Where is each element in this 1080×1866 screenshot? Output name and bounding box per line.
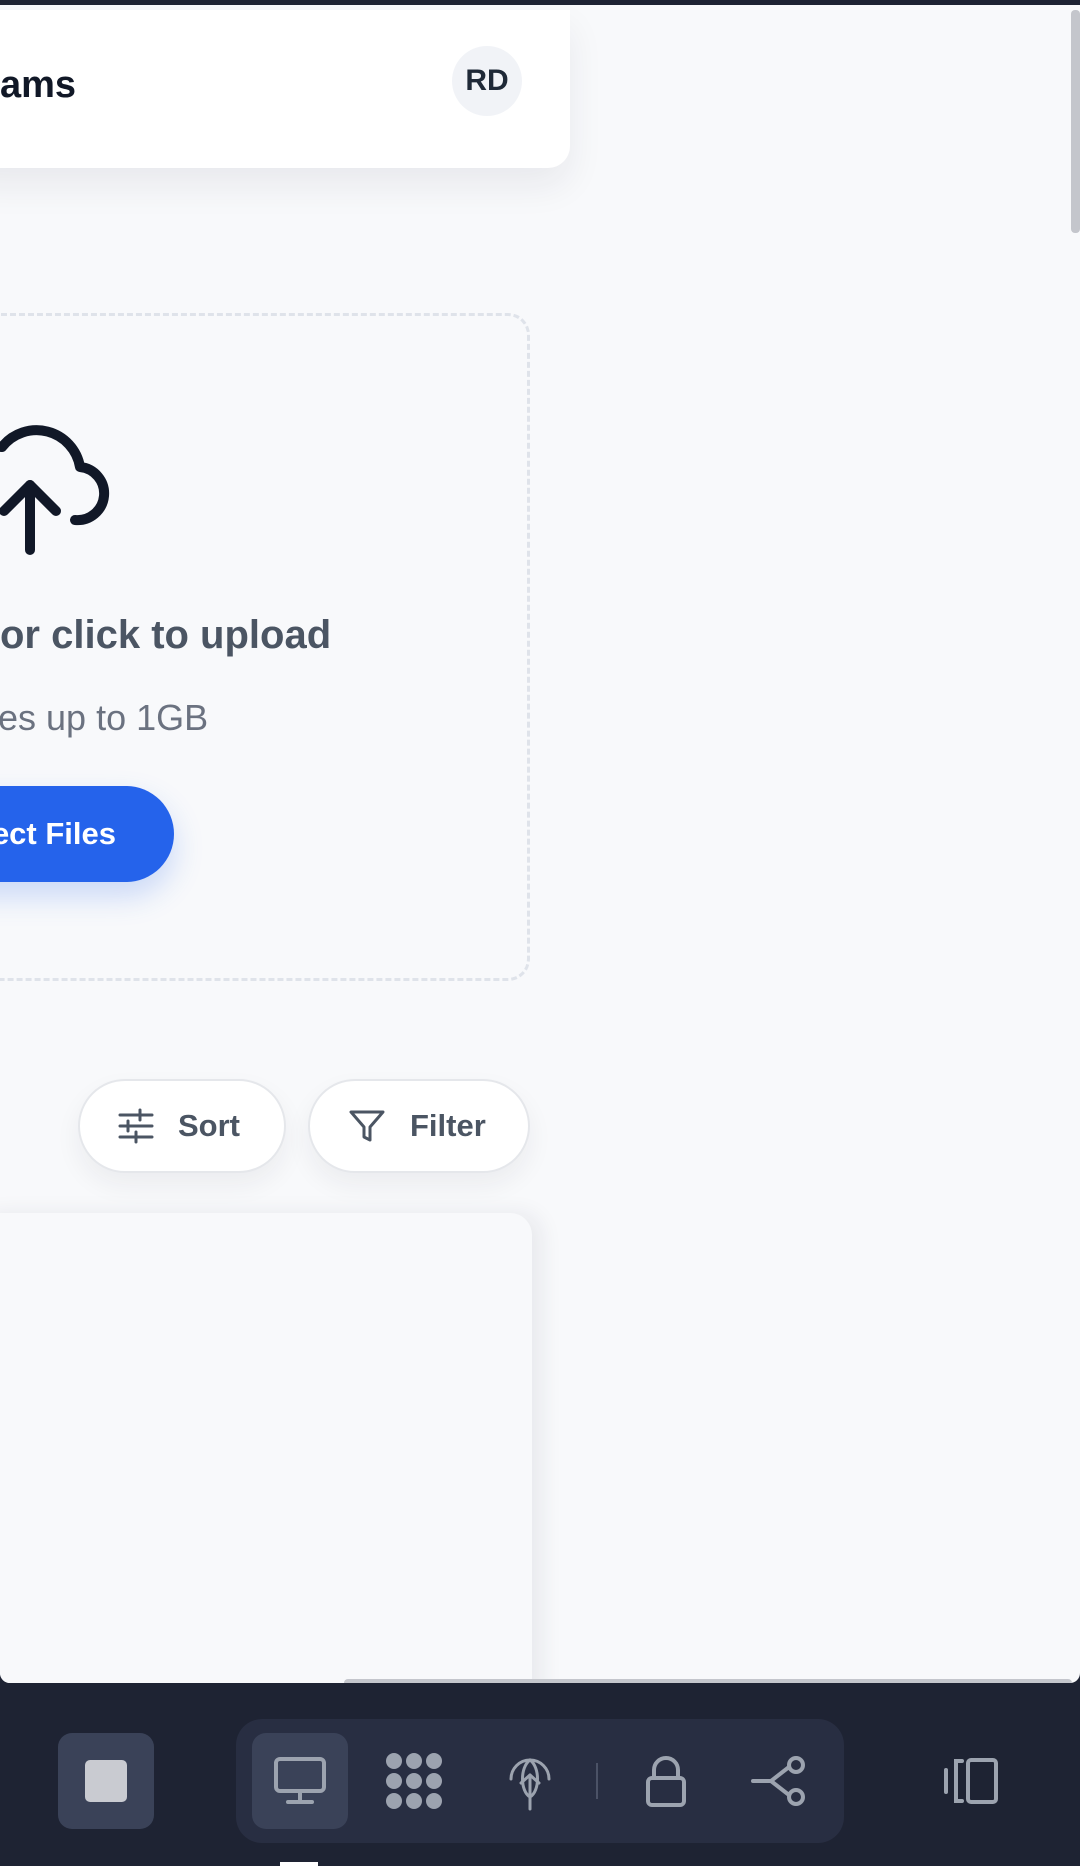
lock-icon (646, 1756, 686, 1807)
panel-toggle-button[interactable] (940, 1755, 1004, 1807)
vertical-scrollbar[interactable] (1071, 10, 1080, 233)
sliders-icon (118, 1108, 154, 1144)
lock-tool-button[interactable] (618, 1733, 714, 1829)
apps-tool-button[interactable] (366, 1733, 462, 1829)
network-globe-icon (509, 1758, 551, 1811)
dots-grid-icon (386, 1753, 442, 1809)
app-header: ams RD (0, 10, 570, 168)
user-avatar[interactable]: RD (452, 46, 522, 116)
bottom-dock (0, 1683, 1080, 1866)
monitor-icon (274, 1757, 326, 1804)
funnel-icon (349, 1110, 385, 1142)
page-title: ams (0, 64, 77, 106)
dock-tool-group (236, 1719, 844, 1843)
panel-toggle-icon (944, 1758, 998, 1804)
sort-button[interactable]: Sort (78, 1079, 286, 1173)
share-tool-button[interactable] (732, 1733, 828, 1829)
monitor-tool-button[interactable] (252, 1733, 348, 1829)
filter-label: Filter (410, 1108, 486, 1143)
stop-button[interactable] (58, 1733, 154, 1829)
select-files-label: ect Files (0, 816, 116, 851)
dock-divider (596, 1763, 598, 1799)
network-tool-button[interactable] (482, 1733, 578, 1829)
dropzone-hint: es up to 1GB (0, 697, 209, 738)
home-indicator (280, 1862, 318, 1866)
dropzone-title: or click to upload (0, 613, 332, 657)
file-list-panel (0, 1213, 532, 1683)
share-icon (751, 1756, 805, 1806)
stop-icon (85, 1760, 127, 1802)
sort-label: Sort (178, 1108, 240, 1143)
page-viewport: ams RD or click to upload es up to 1GB e… (0, 0, 1080, 1683)
select-files-button[interactable]: ect Files (0, 786, 174, 882)
filter-button[interactable]: Filter (308, 1079, 530, 1173)
cloud-upload-icon (0, 425, 110, 555)
